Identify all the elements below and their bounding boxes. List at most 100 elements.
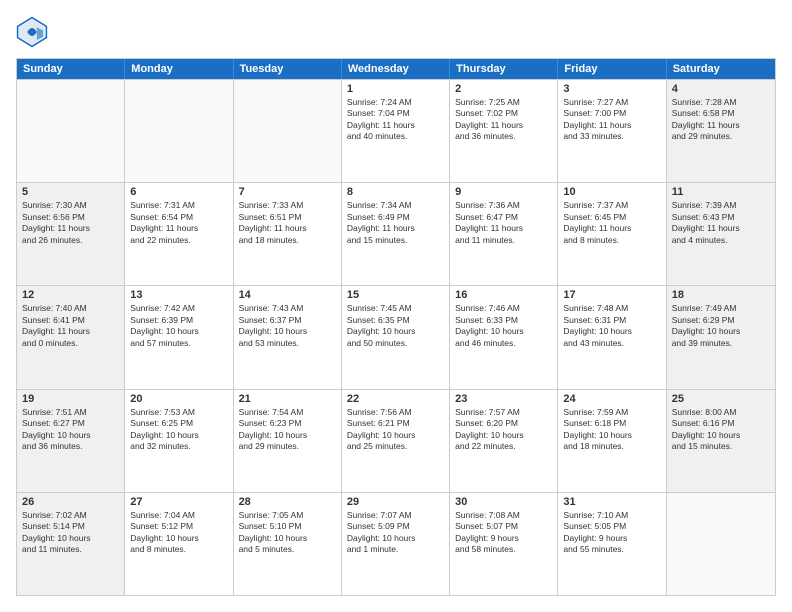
cal-cell [17, 80, 125, 182]
cell-info: Sunrise: 7:57 AM Sunset: 6:20 PM Dayligh… [455, 407, 552, 453]
cell-info: Sunrise: 7:48 AM Sunset: 6:31 PM Dayligh… [563, 303, 660, 349]
cell-info: Sunrise: 7:53 AM Sunset: 6:25 PM Dayligh… [130, 407, 227, 453]
day-number: 31 [563, 496, 660, 508]
day-header-thursday: Thursday [450, 59, 558, 79]
day-number: 19 [22, 393, 119, 405]
calendar-header: SundayMondayTuesdayWednesdayThursdayFrid… [17, 59, 775, 79]
cell-info: Sunrise: 7:10 AM Sunset: 5:05 PM Dayligh… [563, 510, 660, 556]
cal-cell: 23 Sunrise: 7:57 AM Sunset: 6:20 PM Dayli… [450, 390, 558, 492]
cell-info: Sunrise: 7:07 AM Sunset: 5:09 PM Dayligh… [347, 510, 444, 556]
cal-cell: 9Sunrise: 7:36 AM Sunset: 6:47 PM Daylig… [450, 183, 558, 285]
cell-info: Sunrise: 7:40 AM Sunset: 6:41 PM Dayligh… [22, 303, 119, 349]
week-row-2: 12 Sunrise: 7:40 AM Sunset: 6:41 PM Dayli… [17, 285, 775, 388]
day-number: 17 [563, 289, 660, 301]
cell-info: Sunrise: 7:27 AM Sunset: 7:00 PM Dayligh… [563, 97, 660, 143]
day-number: 2 [455, 83, 552, 95]
day-header-tuesday: Tuesday [234, 59, 342, 79]
cal-cell: 20Sunrise: 7:53 AM Sunset: 6:25 PM Dayli… [125, 390, 233, 492]
cell-info: Sunrise: 7:45 AM Sunset: 6:35 PM Dayligh… [347, 303, 444, 349]
day-number: 23 [455, 393, 552, 405]
week-row-1: 5 Sunrise: 7:30 AM Sunset: 6:56 PM Daylig… [17, 182, 775, 285]
cal-cell: 27 Sunrise: 7:04 AM Sunset: 5:12 PM Dayli… [125, 493, 233, 595]
cell-info: Sunrise: 7:37 AM Sunset: 6:45 PM Dayligh… [563, 200, 660, 246]
cal-cell [667, 493, 775, 595]
day-number: 24 [563, 393, 660, 405]
day-number: 27 [130, 496, 227, 508]
day-number: 12 [22, 289, 119, 301]
cal-cell: 3 Sunrise: 7:27 AM Sunset: 7:00 PM Daylig… [558, 80, 666, 182]
cell-info: Sunrise: 7:02 AM Sunset: 5:14 PM Dayligh… [22, 510, 119, 556]
logo-icon [16, 16, 48, 48]
cell-info: Sunrise: 7:51 AM Sunset: 6:27 PM Dayligh… [22, 407, 119, 453]
day-number: 7 [239, 186, 336, 198]
day-number: 6 [130, 186, 227, 198]
cell-info: Sunrise: 7:46 AM Sunset: 6:33 PM Dayligh… [455, 303, 552, 349]
cal-cell: 10 Sunrise: 7:37 AM Sunset: 6:45 PM Dayli… [558, 183, 666, 285]
cal-cell: 13 Sunrise: 7:42 AM Sunset: 6:39 PM Dayli… [125, 286, 233, 388]
cal-cell: 1 Sunrise: 7:24 AM Sunset: 7:04 PM Daylig… [342, 80, 450, 182]
day-number: 4 [672, 83, 770, 95]
day-header-saturday: Saturday [667, 59, 775, 79]
day-number: 10 [563, 186, 660, 198]
cal-cell: 16 Sunrise: 7:46 AM Sunset: 6:33 PM Dayli… [450, 286, 558, 388]
day-header-friday: Friday [558, 59, 666, 79]
cal-cell: 22 Sunrise: 7:56 AM Sunset: 6:21 PM Dayli… [342, 390, 450, 492]
day-number: 9 [455, 186, 552, 198]
cal-cell: 7 Sunrise: 7:33 AM Sunset: 6:51 PM Daylig… [234, 183, 342, 285]
cal-cell: 24 Sunrise: 7:59 AM Sunset: 6:18 PM Dayli… [558, 390, 666, 492]
cell-info: Sunrise: 7:59 AM Sunset: 6:18 PM Dayligh… [563, 407, 660, 453]
day-header-wednesday: Wednesday [342, 59, 450, 79]
cell-info: Sunrise: 7:08 AM Sunset: 5:07 PM Dayligh… [455, 510, 552, 556]
day-number: 13 [130, 289, 227, 301]
cell-info: Sunrise: 7:43 AM Sunset: 6:37 PM Dayligh… [239, 303, 336, 349]
cell-info: Sunrise: 7:56 AM Sunset: 6:21 PM Dayligh… [347, 407, 444, 453]
day-number: 15 [347, 289, 444, 301]
day-header-monday: Monday [125, 59, 233, 79]
cal-cell: 25 Sunrise: 8:00 AM Sunset: 6:16 PM Dayli… [667, 390, 775, 492]
day-number: 29 [347, 496, 444, 508]
day-number: 1 [347, 83, 444, 95]
day-number: 28 [239, 496, 336, 508]
cell-info: Sunrise: 7:25 AM Sunset: 7:02 PM Dayligh… [455, 97, 552, 143]
week-row-3: 19 Sunrise: 7:51 AM Sunset: 6:27 PM Dayli… [17, 389, 775, 492]
cal-cell: 21Sunrise: 7:54 AM Sunset: 6:23 PM Dayli… [234, 390, 342, 492]
day-number: 16 [455, 289, 552, 301]
cal-cell: 28 Sunrise: 7:05 AM Sunset: 5:10 PM Dayli… [234, 493, 342, 595]
day-number: 25 [672, 393, 770, 405]
cell-info: Sunrise: 7:05 AM Sunset: 5:10 PM Dayligh… [239, 510, 336, 556]
cal-cell: 4 Sunrise: 7:28 AM Sunset: 6:58 PM Daylig… [667, 80, 775, 182]
cal-cell: 6 Sunrise: 7:31 AM Sunset: 6:54 PM Daylig… [125, 183, 233, 285]
logo [16, 16, 52, 48]
cal-cell: 30Sunrise: 7:08 AM Sunset: 5:07 PM Dayli… [450, 493, 558, 595]
cell-info: Sunrise: 7:54 AM Sunset: 6:23 PM Dayligh… [239, 407, 336, 453]
cell-info: Sunrise: 7:42 AM Sunset: 6:39 PM Dayligh… [130, 303, 227, 349]
day-number: 26 [22, 496, 119, 508]
day-number: 5 [22, 186, 119, 198]
cal-cell: 14Sunrise: 7:43 AM Sunset: 6:37 PM Dayli… [234, 286, 342, 388]
day-number: 3 [563, 83, 660, 95]
cell-info: Sunrise: 7:39 AM Sunset: 6:43 PM Dayligh… [672, 200, 770, 246]
cell-info: Sunrise: 7:49 AM Sunset: 6:29 PM Dayligh… [672, 303, 770, 349]
calendar-body: 1 Sunrise: 7:24 AM Sunset: 7:04 PM Daylig… [17, 79, 775, 595]
day-number: 22 [347, 393, 444, 405]
week-row-0: 1 Sunrise: 7:24 AM Sunset: 7:04 PM Daylig… [17, 79, 775, 182]
cell-info: Sunrise: 7:04 AM Sunset: 5:12 PM Dayligh… [130, 510, 227, 556]
calendar: SundayMondayTuesdayWednesdayThursdayFrid… [16, 58, 776, 596]
cal-cell: 2 Sunrise: 7:25 AM Sunset: 7:02 PM Daylig… [450, 80, 558, 182]
cell-info: Sunrise: 7:28 AM Sunset: 6:58 PM Dayligh… [672, 97, 770, 143]
cal-cell: 12 Sunrise: 7:40 AM Sunset: 6:41 PM Dayli… [17, 286, 125, 388]
header [16, 16, 776, 48]
page: SundayMondayTuesdayWednesdayThursdayFrid… [0, 0, 792, 612]
week-row-4: 26 Sunrise: 7:02 AM Sunset: 5:14 PM Dayli… [17, 492, 775, 595]
cal-cell: 29 Sunrise: 7:07 AM Sunset: 5:09 PM Dayli… [342, 493, 450, 595]
day-number: 11 [672, 186, 770, 198]
cal-cell [234, 80, 342, 182]
cell-info: Sunrise: 7:33 AM Sunset: 6:51 PM Dayligh… [239, 200, 336, 246]
cal-cell: 19 Sunrise: 7:51 AM Sunset: 6:27 PM Dayli… [17, 390, 125, 492]
cell-info: Sunrise: 7:34 AM Sunset: 6:49 PM Dayligh… [347, 200, 444, 246]
cell-info: Sunrise: 7:30 AM Sunset: 6:56 PM Dayligh… [22, 200, 119, 246]
cell-info: Sunrise: 7:31 AM Sunset: 6:54 PM Dayligh… [130, 200, 227, 246]
cell-info: Sunrise: 8:00 AM Sunset: 6:16 PM Dayligh… [672, 407, 770, 453]
cal-cell: 17 Sunrise: 7:48 AM Sunset: 6:31 PM Dayli… [558, 286, 666, 388]
cell-info: Sunrise: 7:24 AM Sunset: 7:04 PM Dayligh… [347, 97, 444, 143]
